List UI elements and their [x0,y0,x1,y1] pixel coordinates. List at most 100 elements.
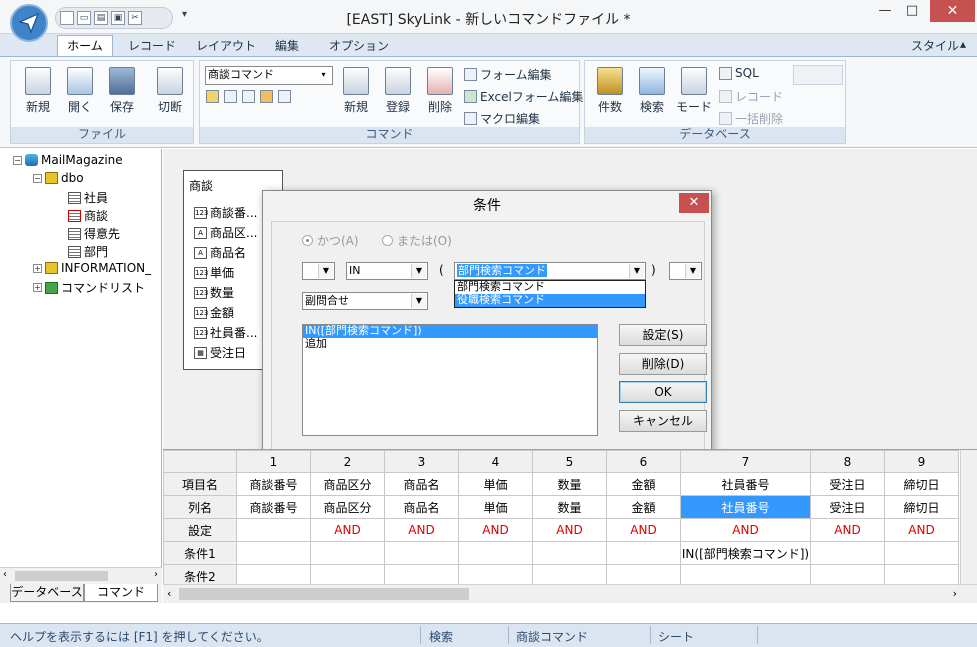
tree-root[interactable]: − MailMagazine [13,153,123,167]
form-view-icon[interactable] [206,90,219,103]
grid-cell[interactable]: AND [458,518,533,542]
ok-button[interactable]: OK [619,381,707,403]
expand-icon[interactable]: + [33,283,42,292]
radio-or[interactable]: または(O) [382,232,452,249]
database-extra-field[interactable] [793,65,843,85]
scroll-thumb[interactable] [179,588,469,600]
field-quantity[interactable]: 123 数量 [194,284,234,301]
delete-button[interactable]: 削除(D) [619,353,707,375]
search-button[interactable]: 検索 [631,65,673,115]
bulk-delete-button[interactable]: 一括削除 [719,110,783,127]
scissors-icon[interactable] [278,90,291,103]
grid-cell[interactable]: 受注日 [810,472,885,496]
tab-database[interactable]: データベース [10,584,84,602]
note-icon[interactable] [260,90,273,103]
tab-home[interactable]: ホーム [57,35,113,57]
delete-command-button[interactable]: 削除 [419,65,461,115]
close-window-button[interactable]: ✕ [930,0,975,22]
grid-column-header[interactable]: 3 [384,450,459,473]
scroll-left-icon[interactable]: ‹ [167,587,171,600]
ribbon-collapse-icon[interactable]: ▴ [960,37,966,51]
grid-vertical-scrollbar[interactable] [960,450,977,584]
grid-column-header[interactable]: 9 [884,450,959,473]
grid-cell[interactable]: 商品区分 [310,472,385,496]
field-unit-price[interactable]: 123 単価 [194,264,234,281]
field-deal-number[interactable]: 123 商談番... [194,204,257,221]
mode-button[interactable]: モード [673,65,715,115]
grid-cell[interactable]: AND [310,518,385,542]
grid-cell[interactable]: 数量 [532,472,607,496]
grid-cell[interactable]: AND [532,518,607,542]
grid-cell[interactable] [384,541,459,565]
set-button[interactable]: 設定(S) [619,324,707,346]
grid-cell[interactable]: AND [680,518,811,542]
new-file-button[interactable]: 新規 [17,65,59,115]
grid-cell[interactable]: IN([部門検索コマンド]) [680,541,811,565]
grid-cell[interactable]: 商品名 [384,495,459,519]
grid-cell[interactable]: 商談番号 [236,472,311,496]
tab-command[interactable]: コマンド [84,584,158,602]
logic-prefix-select[interactable]: ▼ [302,262,335,280]
condition-add-item[interactable]: 追加 [303,338,597,351]
macro-edit-button[interactable]: マクロ編集 [464,110,540,127]
form-edit-button[interactable]: フォーム編集 [464,66,552,83]
tab-layout[interactable]: レイアウト [196,37,256,54]
register-command-button[interactable]: 登録 [377,65,419,115]
grid-cell[interactable]: 商談番号 [236,495,311,519]
style-menu[interactable]: スタイル [911,37,959,54]
grid-cell[interactable] [810,541,885,565]
command-select[interactable]: 商談コマンド ▾ [205,66,333,85]
scroll-thumb[interactable] [15,571,108,581]
grid-cell[interactable]: AND [606,518,681,542]
grid-horizontal-scrollbar[interactable]: ‹ › [163,584,977,603]
expand-icon[interactable]: + [33,263,42,273]
scroll-left-icon[interactable]: ‹ [3,569,7,580]
tree-table-customer[interactable]: 得意先 [68,225,120,242]
collapse-icon[interactable]: − [13,155,22,165]
grid-cell[interactable]: AND [384,518,459,542]
maximize-button[interactable]: □ [900,3,924,18]
minimize-button[interactable]: — [873,3,897,18]
field-employee-number[interactable]: 123 社員番... [194,324,257,341]
grid-column-header[interactable]: 5 [532,450,607,473]
tree-command-list[interactable]: + コマンドリスト [33,279,145,296]
tree-horizontal-scrollbar[interactable]: ‹ › [0,567,162,583]
save-button[interactable]: 保存 [101,65,143,115]
grid-cell[interactable]: 締切日 [884,495,959,519]
tab-record[interactable]: レコード [128,37,176,54]
dropdown-option-position[interactable]: 役職検索コマンド [455,294,645,307]
grid-cell[interactable]: 受注日 [810,495,885,519]
cancel-button[interactable]: キャンセル [619,410,707,432]
collapse-icon[interactable]: − [33,173,42,183]
grid-column-header[interactable]: 2 [310,450,385,473]
grid-cell[interactable]: 単価 [458,495,533,519]
grid-column-header[interactable]: 7 [680,450,811,473]
field-amount[interactable]: 123 金額 [194,304,234,321]
grid-cell[interactable] [458,541,533,565]
tree-table-employee[interactable]: 社員 [68,189,108,206]
grid-cell[interactable] [606,541,681,565]
grid-cell[interactable] [310,541,385,565]
grid-column-header[interactable]: 6 [606,450,681,473]
app-logo-icon[interactable] [10,4,48,42]
open-button[interactable]: 開く [59,65,101,115]
tree-schema-information[interactable]: + INFORMATION_ [33,261,151,275]
count-button[interactable]: 件数 [589,65,631,115]
tree-schema-dbo[interactable]: − dbo [33,171,84,185]
new-command-button[interactable]: 新規 [335,65,377,115]
disconnect-button[interactable]: 切断 [149,65,191,115]
scroll-right-icon[interactable]: › [953,587,957,600]
scroll-right-icon[interactable]: › [154,569,158,580]
grid-cell[interactable]: 商品区分 [310,495,385,519]
field-product-category[interactable]: A 商品区... [194,224,257,241]
radio-and[interactable]: かつ(A) [302,232,359,249]
grid-cell[interactable] [236,541,311,565]
tree-table-department[interactable]: 部門 [68,243,108,260]
sql-button[interactable]: SQL [719,66,759,80]
grid-column-header[interactable]: 1 [236,450,311,473]
filter-icon[interactable] [224,90,237,103]
list-icon[interactable] [242,90,255,103]
grid-cell[interactable]: 金額 [606,472,681,496]
field-order-date[interactable]: ▦ 受注日 [194,344,246,361]
grid-cell[interactable] [236,518,311,542]
